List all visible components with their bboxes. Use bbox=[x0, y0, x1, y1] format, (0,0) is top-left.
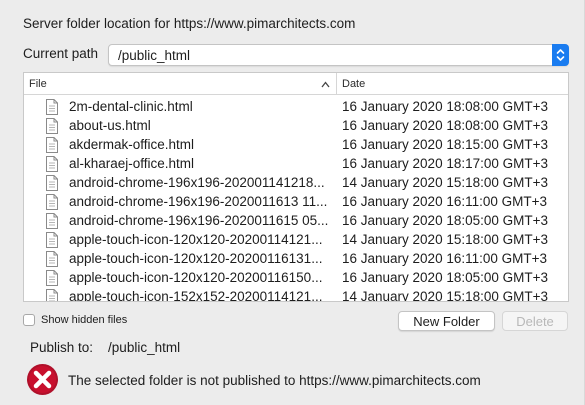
date-cell: 16 January 2020 18:08:00 GMT+3 bbox=[342, 118, 549, 133]
current-path-row: Current path /public_html bbox=[23, 44, 569, 66]
table-row[interactable]: apple-touch-icon-152x152-20200114121... 1… bbox=[24, 287, 568, 302]
file-cell: akdermak-office.html bbox=[24, 136, 337, 153]
current-path-label: Current path bbox=[23, 46, 99, 61]
column-header-file[interactable]: File bbox=[24, 73, 337, 94]
table-row[interactable]: android-chrome-196x196-2020011613 11... 1… bbox=[24, 192, 568, 211]
new-folder-button[interactable]: New Folder bbox=[398, 311, 495, 331]
file-cell: al-kharaej-office.html bbox=[24, 155, 337, 172]
file-cell: apple-touch-icon-120x120-20200116131... bbox=[24, 250, 337, 267]
file-name: apple-touch-icon-120x120-20200114121... bbox=[69, 232, 323, 247]
file-cell: apple-touch-icon-120x120-20200116150... bbox=[24, 269, 337, 286]
document-icon bbox=[45, 174, 59, 191]
table-row[interactable]: android-chrome-196x196-2020011615 05... 1… bbox=[24, 211, 568, 230]
publish-to-value: /public_html bbox=[108, 340, 181, 355]
document-icon bbox=[45, 155, 59, 172]
file-table[interactable]: File Date 2m-dental-clinic.html 16 Januar… bbox=[23, 72, 569, 302]
sort-ascending-icon bbox=[321, 79, 330, 91]
table-header: File Date bbox=[24, 73, 568, 95]
date-cell: 16 January 2020 18:05:00 GMT+3 bbox=[342, 270, 549, 285]
updown-chevron-icon bbox=[552, 44, 569, 66]
table-body: 2m-dental-clinic.html 16 January 2020 18:… bbox=[24, 95, 568, 302]
file-cell: about-us.html bbox=[24, 117, 337, 134]
date-cell: 16 January 2020 18:15:00 GMT+3 bbox=[342, 137, 549, 152]
document-icon bbox=[45, 193, 59, 210]
file-name: apple-touch-icon-152x152-20200114121... bbox=[69, 289, 323, 302]
current-path-value: /public_html bbox=[118, 48, 191, 63]
document-icon bbox=[45, 269, 59, 286]
file-name: apple-touch-icon-120x120-20200116131... bbox=[69, 251, 323, 266]
show-hidden-files-label: Show hidden files bbox=[41, 314, 128, 326]
date-cell: 14 January 2020 15:18:00 GMT+3 bbox=[342, 289, 549, 302]
file-name: android-chrome-196x196-2020011613 11... bbox=[69, 194, 328, 209]
table-row[interactable]: apple-touch-icon-120x120-20200114121... 1… bbox=[24, 230, 568, 249]
document-icon bbox=[45, 117, 59, 134]
date-cell: 14 January 2020 15:18:00 GMT+3 bbox=[342, 232, 549, 247]
date-cell: 16 January 2020 18:08:00 GMT+3 bbox=[342, 99, 549, 114]
file-name: akdermak-office.html bbox=[69, 137, 195, 152]
publish-to-row: Publish to: /public_html bbox=[30, 340, 180, 355]
column-header-date[interactable]: Date bbox=[337, 73, 365, 94]
file-cell: apple-touch-icon-152x152-20200114121... bbox=[24, 288, 337, 302]
column-header-date-label: Date bbox=[342, 78, 366, 90]
dialog-title: Server folder location for https://www.p… bbox=[23, 16, 356, 31]
file-name: android-chrome-196x196-202001141218... bbox=[69, 175, 325, 190]
document-icon bbox=[45, 231, 59, 248]
file-name: apple-touch-icon-120x120-20200116150... bbox=[69, 270, 323, 285]
error-x-icon bbox=[26, 363, 59, 401]
table-row[interactable]: al-kharaej-office.html 16 January 2020 18… bbox=[24, 154, 568, 173]
table-row[interactable]: apple-touch-icon-120x120-20200116131... 1… bbox=[24, 249, 568, 268]
table-row[interactable]: about-us.html 16 January 2020 18:08:00 GM… bbox=[24, 116, 568, 135]
date-cell: 14 January 2020 15:18:00 GMT+3 bbox=[342, 175, 549, 190]
show-hidden-files-checkbox[interactable] bbox=[23, 314, 35, 326]
document-icon bbox=[45, 98, 59, 115]
publish-to-label: Publish to: bbox=[30, 340, 94, 355]
file-name: al-kharaej-office.html bbox=[69, 156, 195, 171]
error-message: The selected folder is not published to … bbox=[68, 372, 481, 388]
date-cell: 16 January 2020 18:17:00 GMT+3 bbox=[342, 156, 549, 171]
file-cell: android-chrome-196x196-2020011615 05... bbox=[24, 212, 337, 229]
file-name: about-us.html bbox=[69, 118, 151, 133]
table-row[interactable]: 2m-dental-clinic.html 16 January 2020 18:… bbox=[24, 97, 568, 116]
delete-button[interactable]: Delete bbox=[502, 311, 568, 331]
table-row[interactable]: akdermak-office.html 16 January 2020 18:1… bbox=[24, 135, 568, 154]
date-cell: 16 January 2020 16:11:00 GMT+3 bbox=[342, 194, 548, 209]
file-cell: android-chrome-196x196-2020011613 11... bbox=[24, 193, 337, 210]
date-cell: 16 January 2020 18:05:00 GMT+3 bbox=[342, 213, 549, 228]
error-row: The selected folder is not published to … bbox=[26, 363, 481, 401]
document-icon bbox=[45, 212, 59, 229]
file-cell: apple-touch-icon-120x120-20200114121... bbox=[24, 231, 337, 248]
date-cell: 16 January 2020 16:11:00 GMT+3 bbox=[342, 251, 548, 266]
table-row[interactable]: android-chrome-196x196-202001141218... 14… bbox=[24, 173, 568, 192]
document-icon bbox=[45, 136, 59, 153]
table-row[interactable]: apple-touch-icon-120x120-20200116150... 1… bbox=[24, 268, 568, 287]
current-path-popup[interactable]: /public_html bbox=[108, 44, 569, 66]
show-hidden-files-option[interactable]: Show hidden files bbox=[23, 314, 127, 326]
file-name: 2m-dental-clinic.html bbox=[69, 99, 193, 114]
file-cell: 2m-dental-clinic.html bbox=[24, 98, 337, 115]
document-icon bbox=[45, 288, 59, 301]
file-name: android-chrome-196x196-2020011615 05... bbox=[69, 213, 329, 228]
column-header-file-label: File bbox=[29, 78, 47, 90]
document-icon bbox=[45, 250, 59, 267]
file-cell: android-chrome-196x196-202001141218... bbox=[24, 174, 337, 191]
